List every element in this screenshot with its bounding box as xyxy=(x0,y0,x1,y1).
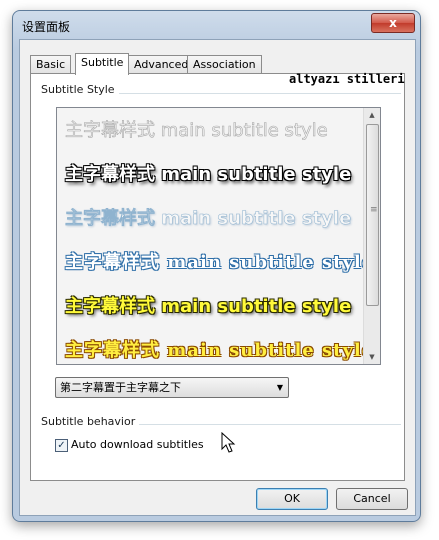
grip-icon: ≡ xyxy=(370,205,378,215)
subtitle-style-sample-5[interactable]: 主字幕样式 main subtitle style xyxy=(65,292,351,318)
subtitle-behavior-group-line xyxy=(126,424,401,425)
subtitle-style-sample-2[interactable]: 主字幕样式 main subtitle style xyxy=(65,160,351,186)
scrollbar-thumb[interactable]: ≡ xyxy=(366,124,379,306)
tab-advanced[interactable]: Advanced xyxy=(128,55,195,74)
window-title: 设置面板 xyxy=(22,20,71,34)
cancel-button[interactable]: Cancel xyxy=(336,488,408,510)
subtitle-style-group-label: Subtitle Style xyxy=(41,83,119,96)
ok-button[interactable]: OK xyxy=(256,488,328,510)
tab-basic[interactable]: Basic xyxy=(30,55,72,74)
subtitle-style-sample-3[interactable]: 主字幕样式 main subtitle style xyxy=(65,204,352,230)
tab-association[interactable]: Association xyxy=(187,55,262,74)
subtitle-style-sample-1[interactable]: 主字幕样式 main subtitle style xyxy=(65,116,328,142)
subtitle-style-list[interactable]: 主字幕样式 main subtitle style 主字幕样式 main sub… xyxy=(56,107,381,365)
mouse-pointer-icon xyxy=(221,432,236,453)
preview-title: altyazı stilleri xyxy=(289,72,405,86)
close-button[interactable]: x xyxy=(371,13,415,33)
secondary-subtitle-position-select[interactable]: 第二字幕置于主字幕之下 ▼ xyxy=(55,377,289,398)
auto-download-label[interactable]: Auto download subtitles xyxy=(71,438,204,451)
subtitle-behavior-group-label: Subtitle behavior xyxy=(41,415,140,428)
subtitle-style-sample-4[interactable]: 主字幕样式 main subtitle style xyxy=(65,248,374,274)
tab-subtitle[interactable]: Subtitle xyxy=(75,53,130,75)
scroll-down-icon[interactable]: ▼ xyxy=(364,350,380,364)
auto-download-checkbox[interactable]: ✓ xyxy=(55,439,68,452)
vertical-scrollbar[interactable]: ▲ ≡ ▼ xyxy=(363,108,380,364)
scroll-up-icon[interactable]: ▲ xyxy=(364,108,380,122)
chevron-down-icon: ▼ xyxy=(276,383,283,392)
subtitle-style-sample-6[interactable]: 主字幕样式 main subtitle style xyxy=(65,336,374,362)
subtitle-style-group-line xyxy=(109,93,401,94)
select-value: 第二字幕置于主字幕之下 xyxy=(60,381,181,394)
